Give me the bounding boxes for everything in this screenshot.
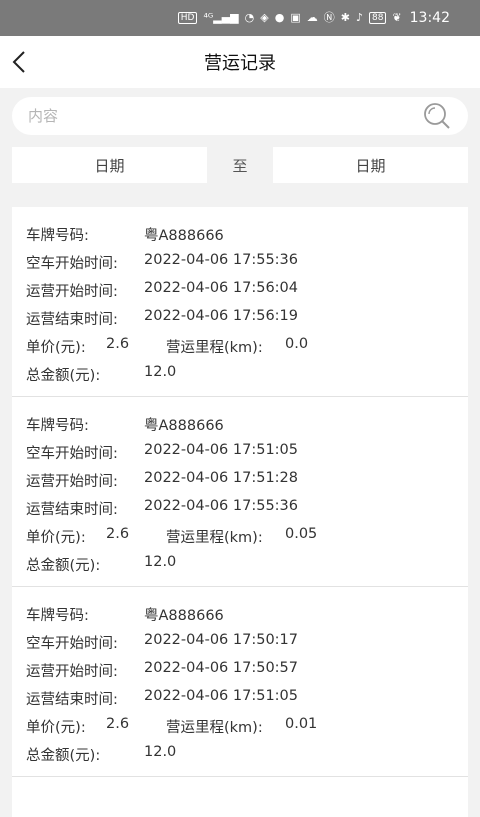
unit-price-label: 单价(元):: [26, 720, 86, 736]
cloud-icon: ☁: [306, 11, 318, 24]
hd-icon: HD: [177, 12, 198, 24]
op-end-value: 2022-04-06 17:56:19: [144, 308, 298, 324]
total-value: 12.0: [144, 554, 177, 570]
status-time: 13:42: [409, 10, 450, 26]
mileage-label: 营运里程(km):: [166, 720, 263, 736]
mileage-value: 0.01: [285, 716, 318, 732]
op-end-label: 运营结束时间:: [26, 692, 118, 708]
app-header: 营运记录: [0, 36, 480, 88]
plate-value: 粤A888666: [144, 608, 224, 624]
op-start-label: 运营开始时间:: [26, 284, 118, 300]
idle-start-label: 空车开始时间:: [26, 256, 118, 272]
search-input[interactable]: [26, 106, 422, 126]
date-range-filter: 日期 至 日期: [12, 147, 468, 183]
wifi-icon: ◔: [244, 11, 255, 24]
unit-price-label: 单价(元):: [26, 530, 86, 546]
idle-start-value: 2022-04-06 17:50:17: [144, 632, 298, 648]
op-start-value: 2022-04-06 17:51:28: [144, 470, 298, 486]
unit-price-value: 2.6: [106, 526, 130, 542]
mileage-value: 0.0: [285, 336, 309, 352]
4g-signal-icon: ⁴ᴳ▂▄▆: [203, 11, 239, 24]
plate-label: 车牌号码:: [26, 228, 89, 244]
idle-start-value: 2022-04-06 17:51:05: [144, 442, 298, 458]
bluetooth-icon: ✱: [340, 11, 350, 24]
search-icon[interactable]: [422, 101, 452, 131]
op-end-value: 2022-04-06 17:51:05: [144, 688, 298, 704]
record-card[interactable]: 车牌号码: 粤A888666 空车开始时间: 2022-04-06 17:55:…: [12, 207, 468, 397]
record-card[interactable]: 车牌号码: 粤A888666 空车开始时间: 2022-04-06 17:51:…: [12, 397, 468, 587]
op-start-value: 2022-04-06 17:56:04: [144, 280, 298, 296]
search-bar: [12, 97, 468, 135]
total-value: 12.0: [144, 364, 177, 380]
status-icons: HD ⁴ᴳ▂▄▆ ◔ ◈ ● ▣ ☁ Ⓝ ✱ ♪ 88 ❦: [177, 11, 402, 24]
nfc-icon: Ⓝ: [323, 11, 335, 24]
qq-icon: ●: [274, 11, 285, 24]
idle-start-label: 空车开始时间:: [26, 446, 118, 462]
status-bar: HD ⁴ᴳ▂▄▆ ◔ ◈ ● ▣ ☁ Ⓝ ✱ ♪ 88 ❦ 13:42: [0, 0, 480, 36]
unit-price-label: 单价(元):: [26, 340, 86, 356]
op-start-label: 运营开始时间:: [26, 474, 118, 490]
page-title: 营运记录: [204, 53, 276, 74]
mileage-value: 0.05: [285, 526, 318, 542]
idle-start-label: 空车开始时间:: [26, 636, 118, 652]
op-start-label: 运营开始时间:: [26, 664, 118, 680]
mute-icon: ♪: [355, 11, 363, 24]
plate-label: 车牌号码:: [26, 608, 89, 624]
leaf-icon: ❦: [392, 11, 402, 24]
battery-icon: 88: [368, 12, 387, 24]
mail-icon: ▣: [290, 11, 301, 24]
op-end-value: 2022-04-06 17:55:36: [144, 498, 298, 514]
idle-start-value: 2022-04-06 17:55:36: [144, 252, 298, 268]
unit-price-value: 2.6: [106, 716, 130, 732]
record-card-partial[interactable]: [12, 777, 468, 817]
records-list: 车牌号码: 粤A888666 空车开始时间: 2022-04-06 17:55:…: [12, 207, 468, 817]
mileage-label: 营运里程(km):: [166, 530, 263, 546]
record-card[interactable]: 车牌号码: 粤A888666 空车开始时间: 2022-04-06 17:50:…: [12, 587, 468, 777]
date-range-separator: 至: [232, 156, 248, 175]
end-date-picker[interactable]: 日期: [273, 147, 468, 183]
op-end-label: 运营结束时间:: [26, 312, 118, 328]
plate-value: 粤A888666: [144, 418, 224, 434]
op-end-label: 运营结束时间:: [26, 502, 118, 518]
total-label: 总金额(元):: [26, 558, 101, 574]
total-label: 总金额(元):: [26, 748, 101, 764]
app-notification-icon: ◈: [260, 11, 269, 24]
op-start-value: 2022-04-06 17:50:57: [144, 660, 298, 676]
plate-label: 车牌号码:: [26, 418, 89, 434]
total-label: 总金额(元):: [26, 368, 101, 384]
total-value: 12.0: [144, 744, 177, 760]
plate-value: 粤A888666: [144, 228, 224, 244]
back-arrow-icon[interactable]: [6, 46, 36, 78]
unit-price-value: 2.6: [106, 336, 130, 352]
mileage-label: 营运里程(km):: [166, 340, 263, 356]
start-date-picker[interactable]: 日期: [12, 147, 207, 183]
